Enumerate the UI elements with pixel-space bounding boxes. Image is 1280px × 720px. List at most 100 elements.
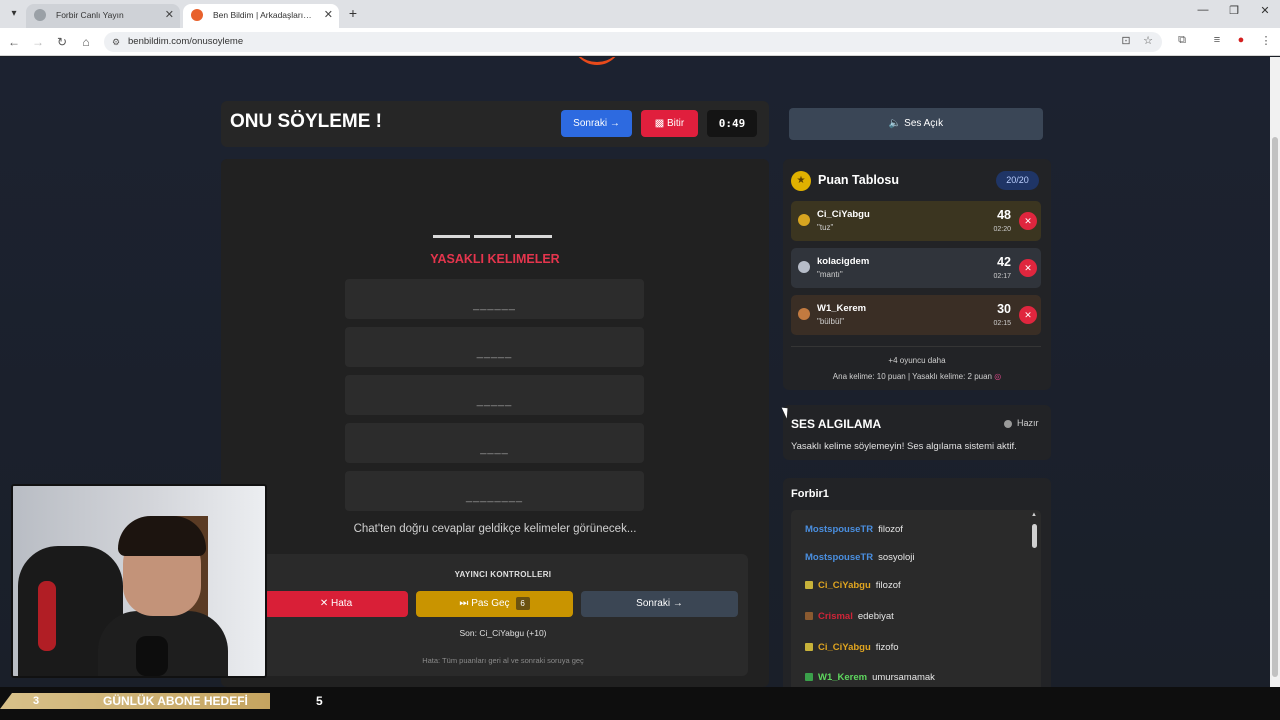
x-icon: ✕ xyxy=(319,598,332,609)
page-scroll-thumb[interactable] xyxy=(1272,137,1278,677)
tab-benbildim[interactable]: Ben Bildim | Arkadaşlarınla Online ✕ xyxy=(183,4,339,28)
restore-icon[interactable]: ❐ xyxy=(1219,4,1249,17)
scroll-up-icon[interactable]: ▲ xyxy=(1031,512,1037,518)
window-close-icon[interactable]: ✕ xyxy=(1250,4,1280,17)
forbidden-word-2: _____ xyxy=(345,327,644,367)
chat-text: edebiyat xyxy=(857,611,894,622)
scoreboard-panel: ★ Puan Tablosu 20/20 Ci_CiYabgu "tuz" 48… xyxy=(783,159,1051,390)
last-scorer: Son: Ci_CiYabgu (+10) xyxy=(459,628,547,638)
sound-label: Ses Açık xyxy=(904,118,944,129)
points-info: Ana kelime: 10 puan | Yasaklı kelime: 2 … xyxy=(783,372,1051,381)
player-guess: "bülbül" xyxy=(817,317,845,326)
streamer-controls: YAYINCI KONTROLLERI ✕ Hata ⏭ Pas Geç 6 So… xyxy=(258,554,748,676)
next-button[interactable]: Sonraki → xyxy=(561,110,632,137)
subscriber-badge-icon xyxy=(805,612,813,621)
pass-label: Pas Geç xyxy=(471,598,510,609)
remove-player-button[interactable]: ✕ xyxy=(1019,306,1037,324)
menu-dots-icon[interactable]: ⋮ xyxy=(1258,34,1274,47)
voice-status: Hazır xyxy=(1017,418,1039,428)
site-logo[interactable] xyxy=(572,57,622,65)
trophy-icon: ★ xyxy=(791,171,811,191)
chat-list[interactable]: MostspouseTR filozof MostspouseTR sosyoloj… xyxy=(791,510,1041,687)
reload-icon[interactable]: ↻ xyxy=(54,34,70,50)
extensions-icon[interactable]: ⧉ xyxy=(1174,34,1190,47)
pass-count-badge: 6 xyxy=(515,597,530,610)
goal-current: 3 xyxy=(33,695,40,707)
install-app-icon[interactable]: ⊡ xyxy=(1118,34,1134,47)
score-row: Ci_CiYabgu "tuz" 48 02:20 ✕ xyxy=(791,201,1041,241)
voice-detection-panel: SES ALGILAMA Hazır Yasaklı kelime söylem… xyxy=(783,405,1051,460)
error-button[interactable]: ✕ Hata xyxy=(264,591,408,617)
chat-title: Forbir1 xyxy=(791,488,829,500)
chat-message: MostspouseTR filozof xyxy=(805,524,903,535)
close-icon[interactable]: ✕ xyxy=(165,4,174,26)
skip-icon: ⏭ xyxy=(459,598,472,609)
player-points: 42 xyxy=(997,255,1011,269)
address-bar: ← → ↻ ⌂ ⚙ benbildim.com/onusoyleme ⊡ ☆ ⧉… xyxy=(0,28,1280,56)
tab-search-icon[interactable]: ▾ xyxy=(6,6,22,22)
page-scrollbar[interactable] xyxy=(1270,57,1280,687)
voice-description: Yasaklı kelime söylemeyin! Ses algılama … xyxy=(791,441,1017,452)
chat-user: MostspouseTR xyxy=(805,552,874,563)
chat-message: Ci_CiYabgu fizofo xyxy=(805,642,899,653)
forward-arrow-icon[interactable]: → xyxy=(30,34,46,50)
chat-message: Crismal edebiyat xyxy=(805,611,894,622)
hidden-word xyxy=(433,225,557,238)
score-row: kolacigdem "mantı" 42 02:17 ✕ xyxy=(791,248,1041,288)
error-hint: Hata: Tüm puanları geri al ve sonraki so… xyxy=(422,656,584,665)
minimize-icon[interactable]: — xyxy=(1188,4,1218,16)
close-icon[interactable]: ✕ xyxy=(324,4,333,26)
tab-title: Forbir Canlı Yayın xyxy=(56,10,124,20)
game-header: ONU SÖYLEME ! Sonraki → ▩ Bitir 0:49 xyxy=(221,101,769,147)
finish-button[interactable]: ▩ Bitir xyxy=(641,110,698,137)
game-panel: YASAKLI KELIMELER ______ _____ _____ ___… xyxy=(221,159,769,687)
chat-text: umursamamak xyxy=(872,672,935,683)
subscriber-badge-icon xyxy=(805,643,813,652)
player-name: kolacigdem xyxy=(817,256,870,267)
score-row: W1_Kerem "bülbül" 30 02:15 ✕ xyxy=(791,295,1041,335)
back-arrow-icon[interactable]: ← xyxy=(6,34,22,50)
checkered-flag-icon: ▩ xyxy=(654,118,667,129)
error-label: Hata xyxy=(331,598,353,609)
pass-button[interactable]: ⏭ Pas Geç 6 xyxy=(416,591,573,617)
sound-toggle-button[interactable]: 🔈 Ses Açık xyxy=(789,108,1043,140)
home-icon[interactable]: ⌂ xyxy=(78,34,94,50)
remove-player-button[interactable]: ✕ xyxy=(1019,259,1037,277)
webcam-overlay xyxy=(11,484,267,678)
chat-text: filozof xyxy=(878,524,903,535)
silver-medal-icon xyxy=(798,261,810,273)
chat-hint: Chat'ten doğru cevaplar geldikçe kelimel… xyxy=(353,523,637,535)
microphone xyxy=(136,636,168,676)
chat-user: MostspouseTR xyxy=(805,524,874,535)
site-info-icon[interactable]: ⚙ xyxy=(112,32,120,52)
chat-scrollbar[interactable]: ▲ xyxy=(1031,512,1038,687)
url-input[interactable]: ⚙ benbildim.com/onusoyleme xyxy=(104,32,1162,52)
browser-tab-bar: ▾ Forbir Canlı Yayın ✕ Ben Bildim | Arka… xyxy=(0,0,1280,28)
tab-forbir[interactable]: Forbir Canlı Yayın ✕ xyxy=(26,4,180,28)
scoreboard-title: Puan Tablosu xyxy=(818,173,900,187)
player-count-badge: 20/20 xyxy=(996,171,1039,190)
gold-medal-icon xyxy=(798,214,810,226)
remove-player-button[interactable]: ✕ xyxy=(1019,212,1037,230)
new-tab-plus-icon[interactable]: + xyxy=(345,5,361,21)
player-points: 48 xyxy=(997,208,1011,222)
forbidden-word-3: _____ xyxy=(345,375,644,415)
url-text: benbildim.com/onusoyleme xyxy=(128,36,244,47)
player-time: 02:20 xyxy=(993,226,1011,233)
next-question-button[interactable]: Sonraki → xyxy=(581,591,738,617)
site-favicon-icon xyxy=(191,9,203,21)
points-info-text: Ana kelime: 10 puan | Yasaklı kelime: 2 … xyxy=(832,372,992,381)
player-time: 02:15 xyxy=(993,320,1011,327)
media-control-icon[interactable]: ≡ xyxy=(1209,34,1225,46)
chat-text: filozof xyxy=(875,580,901,591)
page-title: ONU SÖYLEME ! xyxy=(230,111,383,132)
player-name: Ci_CiYabgu xyxy=(817,209,870,220)
profile-avatar-icon[interactable]: ● xyxy=(1233,34,1249,46)
forbidden-words-title: YASAKLI KELIMELER xyxy=(430,252,560,266)
chat-scroll-thumb[interactable] xyxy=(1032,524,1037,548)
bronze-medal-icon xyxy=(798,308,810,320)
bookmark-star-icon[interactable]: ☆ xyxy=(1140,34,1156,47)
countdown-timer: 0:49 xyxy=(707,110,757,137)
chat-text: fizofo xyxy=(875,642,899,653)
chat-user: Ci_CiYabgu xyxy=(818,642,871,653)
